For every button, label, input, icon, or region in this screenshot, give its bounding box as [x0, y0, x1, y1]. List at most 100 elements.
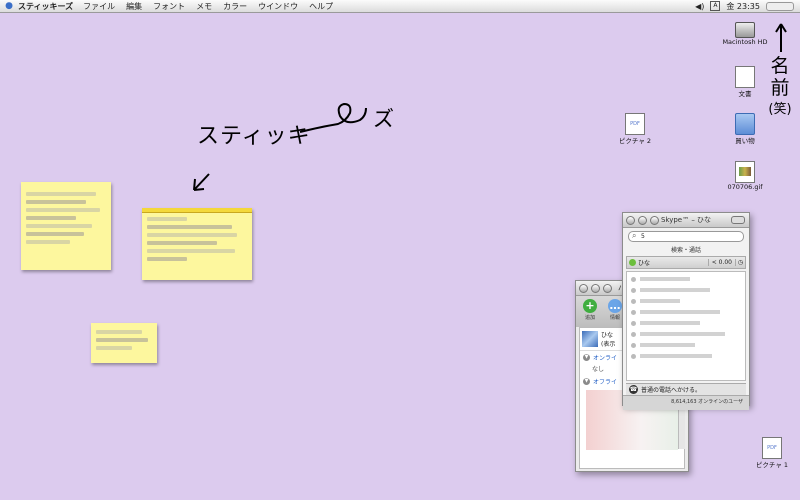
list-item[interactable] — [631, 308, 741, 316]
sticky-note[interactable] — [91, 323, 157, 363]
zoom-button[interactable] — [603, 283, 612, 293]
sticky-note-active[interactable] — [142, 208, 252, 280]
pdf-icon: PDF — [762, 437, 782, 459]
blurred-text — [147, 233, 237, 237]
my-screen-name: ひな — [601, 332, 614, 339]
list-item[interactable] — [631, 297, 741, 305]
blurred-contact-name — [640, 332, 725, 336]
menu-edit[interactable]: 編集 — [126, 1, 142, 12]
desktop-icon-picture-2[interactable]: PDF ピクチャ 2 — [605, 113, 665, 145]
sticky-title-bar[interactable] — [142, 208, 252, 213]
blurred-text — [26, 232, 84, 236]
menu-window[interactable]: ウインドウ — [258, 1, 298, 12]
plus-icon: + — [583, 299, 597, 313]
minimize-button[interactable] — [638, 215, 647, 225]
apple-menu-icon[interactable]: ● — [0, 1, 18, 11]
list-item[interactable] — [631, 319, 741, 327]
desktop-icon-label: ピクチャ 2 — [618, 137, 652, 145]
blurred-contact-name — [640, 343, 695, 347]
blurred-contact-name — [640, 277, 690, 281]
contact-status-icon — [631, 331, 636, 337]
skype-call-phone-button[interactable]: ☎ 普通の電話へかける。 — [626, 383, 746, 395]
handwritten-name-note: 名 前 (笑) — [760, 55, 800, 121]
handwritten-zu: ズ — [373, 107, 394, 131]
spotlight-icon[interactable] — [766, 1, 794, 11]
phone-icon: ☎ — [629, 385, 638, 394]
skype-search-input[interactable]: 5 — [628, 231, 744, 242]
list-item[interactable] — [631, 286, 741, 294]
blurred-text — [26, 200, 86, 204]
contact-status-icon — [631, 298, 636, 304]
blurred-contact-name — [640, 288, 710, 292]
my-status-menu[interactable]: (表示 — [601, 339, 615, 348]
list-item[interactable] — [631, 352, 741, 360]
desktop-icon-label: 買い物 — [735, 137, 755, 145]
history-clock-icon[interactable]: ◷ — [735, 259, 745, 266]
desktop-icon-picture-1[interactable]: PDF ピクチャ 1 — [742, 437, 800, 469]
blurred-text — [26, 216, 76, 220]
blurred-text — [96, 330, 142, 334]
pdf-icon: PDF — [625, 113, 645, 135]
zoom-button[interactable] — [650, 215, 659, 225]
contact-status-icon — [631, 353, 636, 359]
menubar-clock[interactable]: 金 23:35 — [726, 1, 760, 12]
add-buddy-button[interactable]: + 追加 — [579, 299, 601, 321]
skype-credit[interactable]: < 0.00 — [707, 259, 735, 266]
disclosure-triangle-icon[interactable]: ▼ — [583, 354, 590, 361]
handwritten-stickies: スティッキ — [197, 124, 311, 149]
blurred-text — [26, 208, 100, 212]
contact-status-icon — [631, 276, 636, 282]
menu-help[interactable]: ヘルプ — [309, 1, 333, 12]
online-status-icon[interactable] — [629, 259, 636, 266]
menu-app-name[interactable]: スティッキーズ — [18, 1, 73, 12]
menu-font[interactable]: フォント — [153, 1, 185, 12]
list-item[interactable] — [631, 341, 741, 349]
handwritten-name-line: 前 — [770, 77, 790, 99]
folder-icon — [735, 113, 755, 135]
skype-window[interactable]: Skype™ – ひな 5 検索・通話 ひな < 0.00 ◷ ☎ 普通の電話へ… — [622, 212, 750, 410]
buddy-icon-avatar[interactable] — [582, 331, 598, 347]
skype-online-users: 8,614,163 オンラインのユーザ — [623, 395, 749, 410]
blurred-contact-name — [640, 310, 720, 314]
handwritten-name-line: (笑) — [768, 102, 792, 117]
blurred-text — [26, 192, 96, 196]
blurred-text — [96, 346, 132, 350]
group-online-label: オンライ — [593, 355, 618, 362]
close-button[interactable] — [626, 215, 635, 225]
blurred-text — [147, 217, 187, 221]
skype-contact-list — [626, 271, 746, 381]
minimize-button[interactable] — [591, 283, 600, 293]
blurred-text — [96, 338, 148, 342]
skype-my-status-bar[interactable]: ひな < 0.00 ◷ — [626, 256, 746, 269]
arrow-down-left-icon — [193, 173, 210, 191]
blurred-text — [26, 224, 92, 228]
input-menu-icon[interactable]: A — [710, 1, 721, 11]
contact-status-icon — [631, 287, 636, 293]
handwritten-name-line: 名 — [770, 55, 790, 77]
arrow-up-icon — [775, 23, 787, 52]
desktop-icon-gif[interactable]: 070706.gif — [715, 161, 775, 191]
blurred-contact-name — [640, 321, 700, 325]
speaker-icon[interactable]: ◀) — [695, 2, 704, 11]
skype-call-label: 普通の電話へかける。 — [641, 387, 702, 394]
blurred-contact-name — [640, 354, 712, 358]
menu-file[interactable]: ファイル — [83, 1, 115, 12]
menu-note[interactable]: メモ — [196, 1, 212, 12]
skype-title-bar[interactable]: Skype™ – ひな — [623, 213, 749, 228]
desktop-icon-label: 070706.gif — [727, 183, 763, 191]
blurred-contact-name — [640, 299, 680, 303]
desktop-icon-macintosh-hd[interactable]: Macintosh HD — [715, 18, 775, 46]
toolbar-toggle-button[interactable] — [731, 216, 745, 224]
sticky-note[interactable] — [21, 182, 111, 270]
chat-bubble-icon: … — [608, 299, 622, 313]
list-item[interactable] — [631, 275, 741, 283]
blurred-text — [147, 225, 232, 229]
list-item[interactable] — [631, 330, 741, 338]
group-offline-label: オフライ — [593, 379, 618, 386]
skype-search-call-tab[interactable]: 検索・通話 — [623, 245, 749, 254]
disclosure-triangle-icon[interactable]: ▼ — [583, 378, 590, 385]
hard-disk-icon — [735, 22, 755, 38]
menu-color[interactable]: カラー — [223, 1, 247, 12]
contact-status-icon — [631, 342, 636, 348]
close-button[interactable] — [579, 283, 588, 293]
